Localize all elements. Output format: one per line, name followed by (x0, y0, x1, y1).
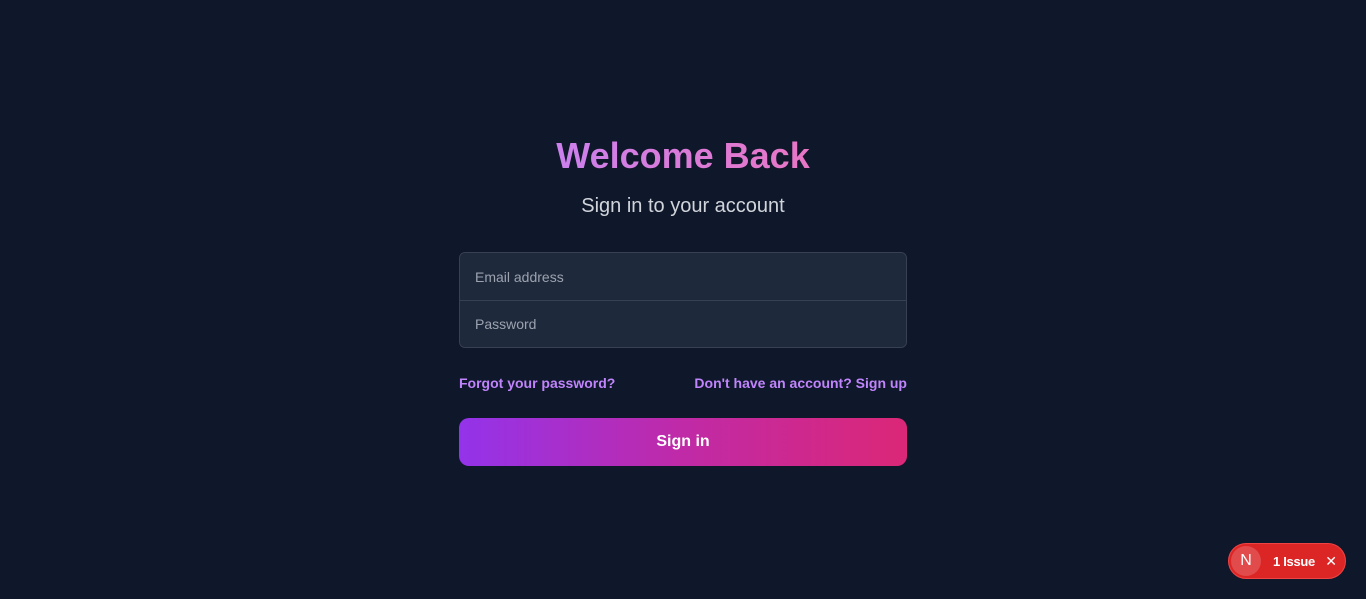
page-subtitle: Sign in to your account (581, 195, 785, 217)
credentials-fields (459, 252, 907, 348)
auth-links: Forgot your password? Don't have an acco… (459, 374, 907, 392)
password-input[interactable] (460, 300, 906, 347)
login-card: Welcome Back Sign in to your account For… (459, 132, 907, 466)
sign-in-button[interactable]: Sign in (459, 418, 907, 466)
close-icon[interactable]: ✕ (1325, 554, 1337, 568)
issues-badge[interactable]: N 1 Issue ✕ (1228, 543, 1346, 579)
forgot-password-link[interactable]: Forgot your password? (459, 375, 615, 391)
email-input[interactable] (460, 253, 906, 300)
nextjs-logo-icon[interactable]: N (1231, 546, 1261, 576)
signup-link[interactable]: Don't have an account? Sign up (694, 375, 907, 391)
page-title: Welcome Back (459, 132, 907, 180)
issue-count-label[interactable]: 1 Issue (1273, 554, 1315, 569)
login-page: Welcome Back Sign in to your account For… (0, 0, 1366, 599)
